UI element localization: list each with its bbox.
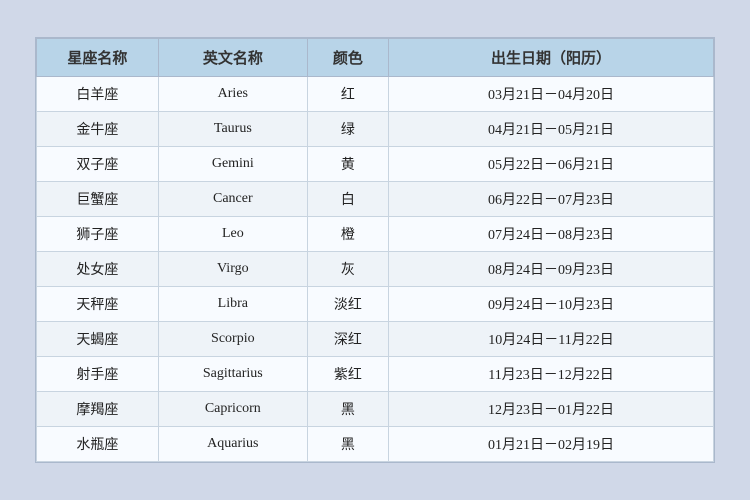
table-row: 白羊座Aries红03月21日－04月20日 <box>37 77 714 112</box>
table-row: 巨蟹座Cancer白06月22日－07月23日 <box>37 182 714 217</box>
table-row: 摩羯座Capricorn黑12月23日－01月22日 <box>37 392 714 427</box>
header-chinese: 星座名称 <box>37 39 159 77</box>
cell-chinese: 射手座 <box>37 357 159 392</box>
cell-date: 03月21日－04月20日 <box>389 77 714 112</box>
cell-color: 红 <box>307 77 388 112</box>
cell-chinese: 摩羯座 <box>37 392 159 427</box>
cell-color: 白 <box>307 182 388 217</box>
cell-english: Libra <box>158 287 307 322</box>
cell-chinese: 天秤座 <box>37 287 159 322</box>
cell-color: 绿 <box>307 112 388 147</box>
header-color: 颜色 <box>307 39 388 77</box>
cell-english: Virgo <box>158 252 307 287</box>
cell-english: Sagittarius <box>158 357 307 392</box>
cell-date: 07月24日－08月23日 <box>389 217 714 252</box>
header-english: 英文名称 <box>158 39 307 77</box>
cell-english: Aries <box>158 77 307 112</box>
cell-chinese: 处女座 <box>37 252 159 287</box>
cell-english: Aquarius <box>158 427 307 462</box>
cell-date: 06月22日－07月23日 <box>389 182 714 217</box>
table-row: 金牛座Taurus绿04月21日－05月21日 <box>37 112 714 147</box>
table-header-row: 星座名称 英文名称 颜色 出生日期（阳历） <box>37 39 714 77</box>
cell-color: 紫红 <box>307 357 388 392</box>
table-row: 狮子座Leo橙07月24日－08月23日 <box>37 217 714 252</box>
cell-chinese: 水瓶座 <box>37 427 159 462</box>
cell-chinese: 双子座 <box>37 147 159 182</box>
table-row: 双子座Gemini黄05月22日－06月21日 <box>37 147 714 182</box>
zodiac-table: 星座名称 英文名称 颜色 出生日期（阳历） 白羊座Aries红03月21日－04… <box>36 38 714 462</box>
cell-date: 12月23日－01月22日 <box>389 392 714 427</box>
cell-chinese: 金牛座 <box>37 112 159 147</box>
cell-english: Scorpio <box>158 322 307 357</box>
cell-color: 黑 <box>307 392 388 427</box>
cell-chinese: 白羊座 <box>37 77 159 112</box>
cell-english: Gemini <box>158 147 307 182</box>
cell-english: Capricorn <box>158 392 307 427</box>
cell-chinese: 天蝎座 <box>37 322 159 357</box>
cell-english: Taurus <box>158 112 307 147</box>
table-row: 处女座Virgo灰08月24日－09月23日 <box>37 252 714 287</box>
zodiac-table-container: 星座名称 英文名称 颜色 出生日期（阳历） 白羊座Aries红03月21日－04… <box>35 37 715 463</box>
header-date: 出生日期（阳历） <box>389 39 714 77</box>
cell-color: 黄 <box>307 147 388 182</box>
cell-date: 10月24日－11月22日 <box>389 322 714 357</box>
cell-color: 黑 <box>307 427 388 462</box>
cell-date: 09月24日－10月23日 <box>389 287 714 322</box>
cell-date: 08月24日－09月23日 <box>389 252 714 287</box>
cell-color: 淡红 <box>307 287 388 322</box>
table-row: 天蝎座Scorpio深红10月24日－11月22日 <box>37 322 714 357</box>
table-row: 射手座Sagittarius紫红11月23日－12月22日 <box>37 357 714 392</box>
cell-date: 01月21日－02月19日 <box>389 427 714 462</box>
cell-color: 深红 <box>307 322 388 357</box>
cell-chinese: 巨蟹座 <box>37 182 159 217</box>
table-body: 白羊座Aries红03月21日－04月20日金牛座Taurus绿04月21日－0… <box>37 77 714 462</box>
table-row: 水瓶座Aquarius黑01月21日－02月19日 <box>37 427 714 462</box>
cell-color: 灰 <box>307 252 388 287</box>
cell-english: Leo <box>158 217 307 252</box>
cell-date: 05月22日－06月21日 <box>389 147 714 182</box>
cell-date: 11月23日－12月22日 <box>389 357 714 392</box>
cell-color: 橙 <box>307 217 388 252</box>
cell-chinese: 狮子座 <box>37 217 159 252</box>
cell-date: 04月21日－05月21日 <box>389 112 714 147</box>
cell-english: Cancer <box>158 182 307 217</box>
table-row: 天秤座Libra淡红09月24日－10月23日 <box>37 287 714 322</box>
